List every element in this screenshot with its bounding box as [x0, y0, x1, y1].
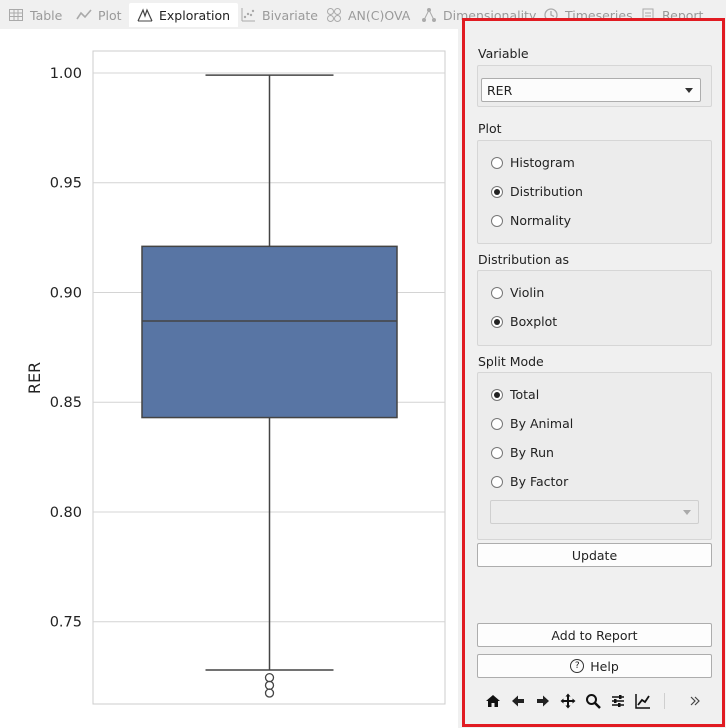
back-icon[interactable]	[508, 691, 528, 711]
radio-normality[interactable]: Normality	[491, 213, 571, 228]
radio-label: Total	[510, 387, 540, 402]
y-tick-label: 1.00	[50, 66, 82, 82]
radio-label: Distribution	[510, 184, 583, 199]
y-tick-label: 0.80	[50, 505, 82, 521]
y-axis-label: RER	[25, 362, 44, 394]
radio-circle	[491, 446, 503, 459]
distribution-as-label: Distribution as	[478, 252, 570, 267]
outlier-point	[264, 680, 275, 690]
chevron-down-icon	[683, 510, 691, 515]
variable-label: Variable	[478, 46, 529, 61]
variable-select-value: RER	[487, 82, 513, 98]
radio-label: By Factor	[510, 474, 569, 489]
radio-violin[interactable]: Violin	[491, 285, 544, 300]
line-plot-icon	[76, 7, 92, 23]
configure-icon[interactable]	[608, 691, 628, 711]
radio-circle	[491, 417, 503, 430]
tab-bivariate[interactable]: Bivariate	[232, 3, 326, 27]
plot-label: Plot	[478, 121, 502, 136]
radio-label: By Animal	[510, 416, 574, 431]
radio-circle	[491, 214, 503, 227]
help-button[interactable]: ? Help	[477, 654, 712, 678]
update-button-label: Update	[571, 547, 618, 563]
toolbar-separator	[664, 693, 665, 709]
y-tick-label: 0.90	[50, 285, 82, 301]
split-mode-label: Split Mode	[478, 354, 544, 369]
tab-label: Exploration	[159, 7, 231, 23]
radio-circle	[491, 156, 503, 169]
radio-circle	[491, 286, 503, 299]
network-icon	[421, 7, 437, 23]
update-button[interactable]: Update	[477, 543, 712, 567]
radio-distribution[interactable]: Distribution	[491, 184, 583, 199]
help-button-label: Help	[590, 658, 619, 674]
radio-label: Boxplot	[510, 314, 558, 329]
tab-exploration[interactable]: Exploration	[129, 3, 239, 27]
tab-label: Plot	[98, 7, 122, 23]
tab-label: Table	[30, 7, 63, 23]
distribution-icon	[137, 7, 153, 23]
radio-circle	[491, 388, 503, 401]
radio-label: By Run	[510, 445, 554, 460]
add-to-report-label: Add to Report	[551, 627, 638, 643]
factor-select[interactable]	[490, 500, 699, 524]
y-tick-labels: 0.75 0.80 0.85 0.90 0.95 1.00	[50, 66, 82, 631]
anova-icon	[326, 7, 342, 23]
y-tick-label: 0.85	[50, 395, 82, 411]
outlier-point	[264, 688, 275, 698]
plot-toolbar	[483, 691, 713, 711]
radio-circle	[491, 315, 503, 328]
more-icon[interactable]	[685, 691, 705, 711]
radio-total[interactable]: Total	[491, 387, 539, 402]
boxplot	[141, 74, 398, 698]
scatter-icon	[240, 7, 256, 23]
tab-label: AN(C)OVA	[348, 7, 411, 23]
radio-by-animal[interactable]: By Animal	[491, 416, 573, 431]
tab-table[interactable]: Table	[0, 3, 70, 27]
pan-icon[interactable]	[558, 691, 578, 711]
radio-boxplot[interactable]: Boxplot	[491, 314, 557, 329]
tab-label: Bivariate	[262, 7, 318, 23]
chevron-down-icon	[685, 88, 693, 93]
y-tick-label: 0.75	[50, 615, 82, 631]
radio-label: Normality	[510, 213, 571, 228]
radio-label: Violin	[510, 285, 545, 300]
radio-by-run[interactable]: By Run	[491, 445, 554, 460]
table-icon	[8, 7, 24, 23]
box-iqr	[141, 245, 398, 419]
distribution-group	[477, 270, 712, 346]
zoom-icon[interactable]	[583, 691, 603, 711]
y-tick-label: 0.95	[50, 176, 82, 192]
variable-select[interactable]: RER	[481, 78, 701, 102]
settings-panel: Variable RER Plot Histogram Distribution…	[462, 18, 725, 727]
add-to-report-button[interactable]: Add to Report	[477, 623, 712, 647]
radio-histogram[interactable]: Histogram	[491, 155, 575, 170]
help-icon: ?	[570, 659, 585, 673]
boxplot-chart: 0.75 0.80 0.85 0.90 0.95 1.00 RER	[25, 50, 446, 705]
tab-anova[interactable]: AN(C)OVA	[318, 3, 418, 27]
radio-circle	[491, 185, 503, 198]
radio-label: Histogram	[510, 155, 575, 170]
home-icon[interactable]	[483, 691, 503, 711]
outlier-point	[264, 673, 275, 683]
edit-axis-icon[interactable]	[633, 691, 653, 711]
plot-canvas[interactable]: 0.75 0.80 0.85 0.90 0.95 1.00 RER	[0, 29, 458, 728]
tab-plot[interactable]: Plot	[68, 3, 130, 27]
radio-by-factor[interactable]: By Factor	[491, 474, 568, 489]
radio-circle	[491, 475, 503, 488]
forward-icon[interactable]	[533, 691, 553, 711]
